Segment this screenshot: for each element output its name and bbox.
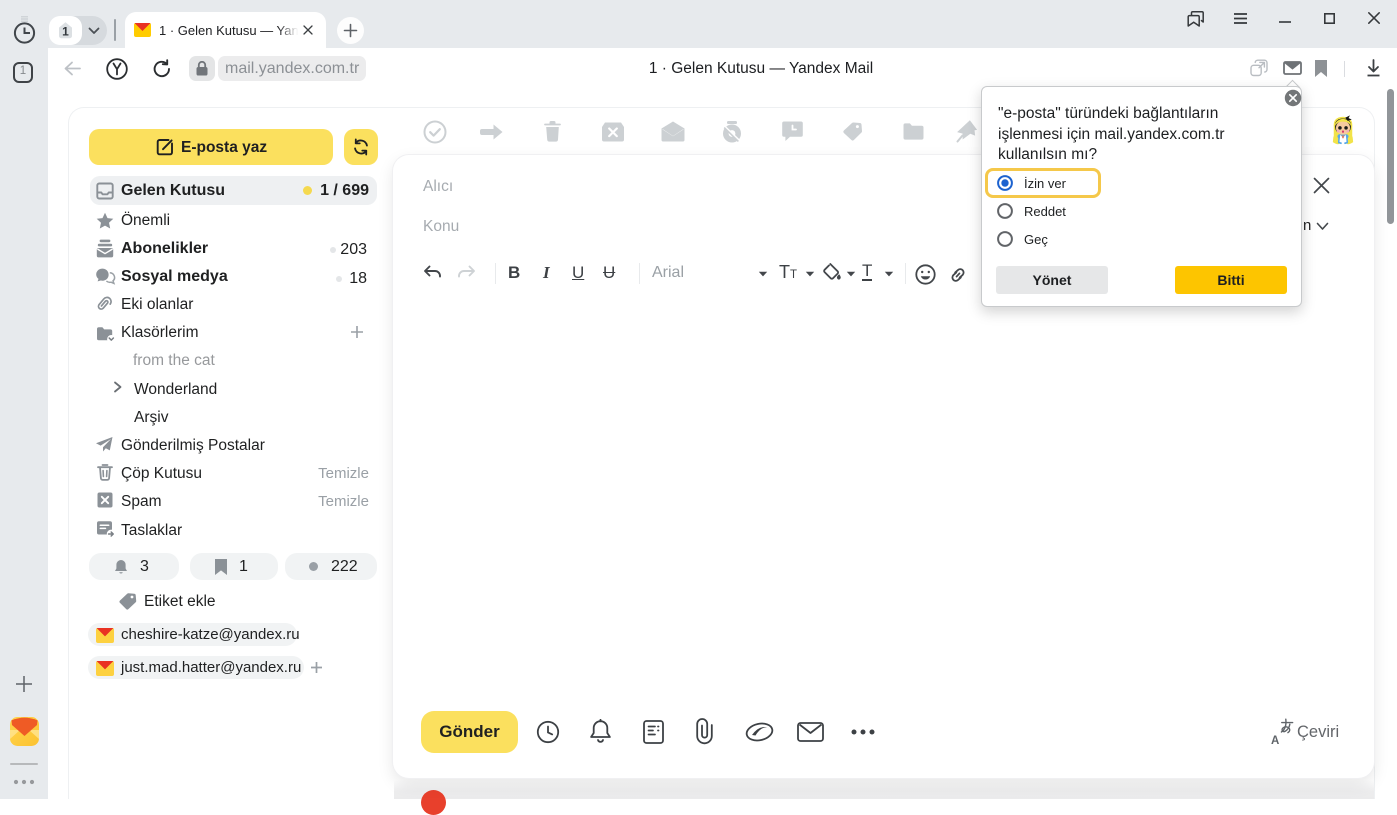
- svg-text:A: A: [1271, 735, 1279, 745]
- svg-text:1: 1: [62, 25, 69, 39]
